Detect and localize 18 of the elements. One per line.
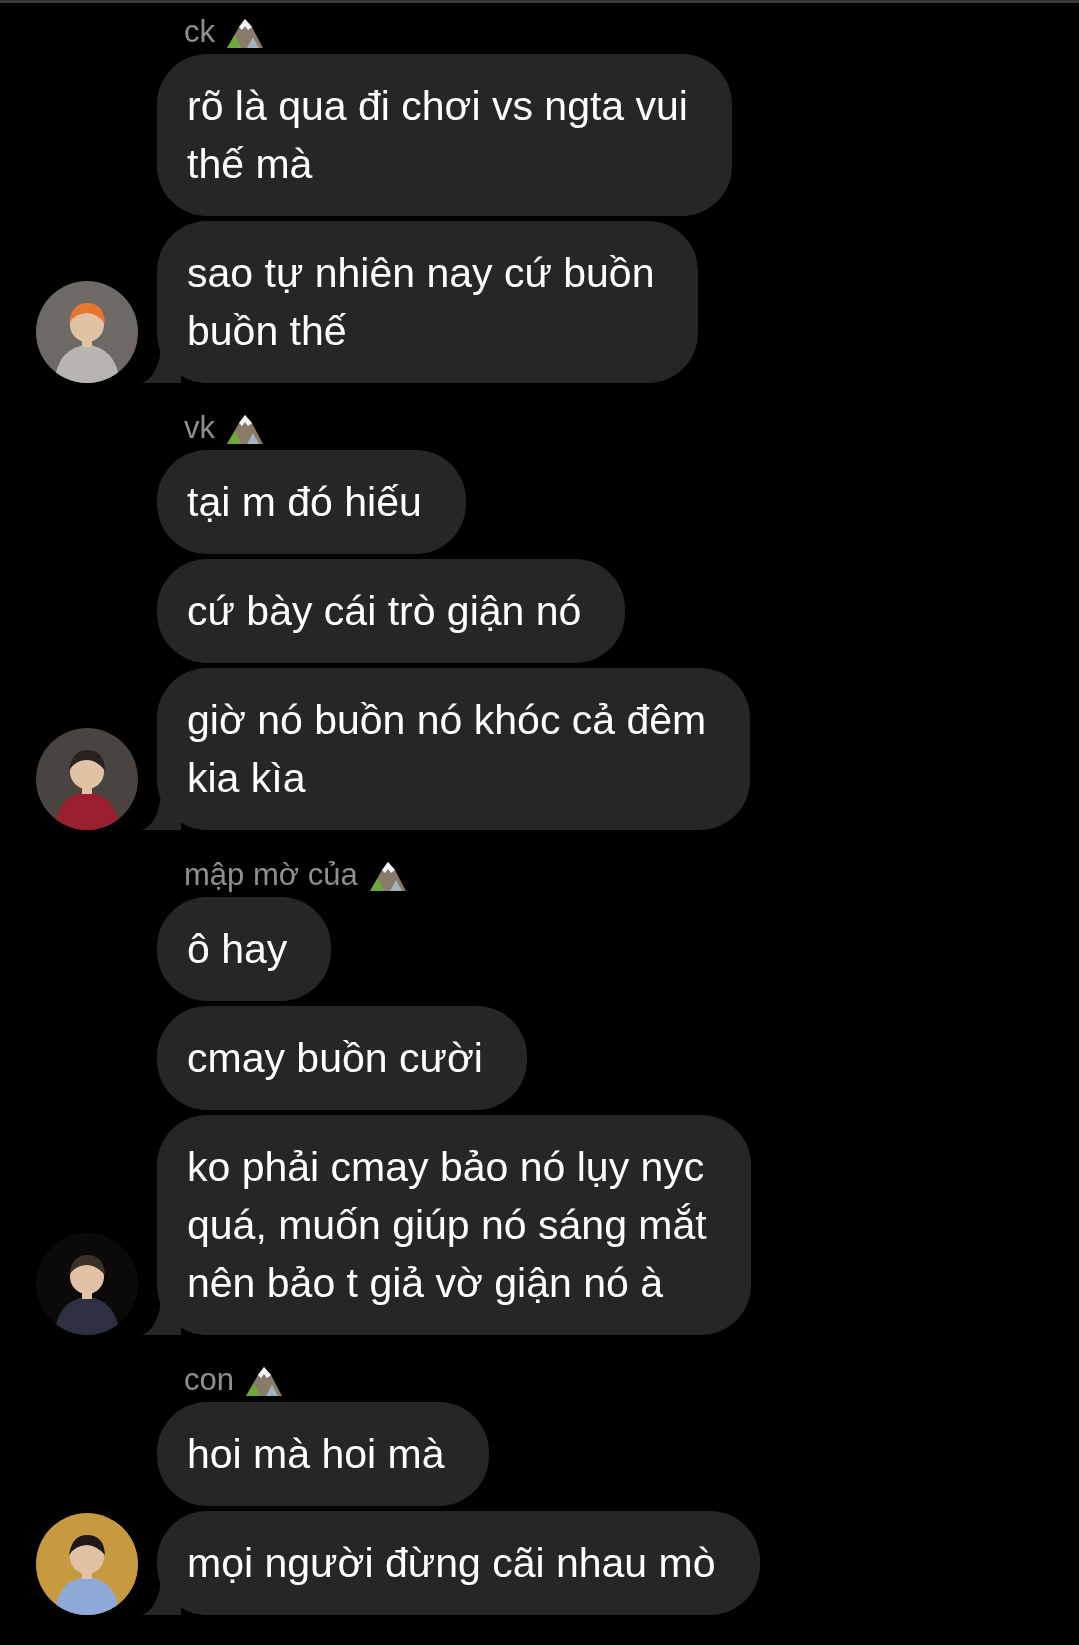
sender-name: con (184, 1362, 234, 1398)
bubble-tail (141, 349, 181, 383)
message-bubble: tại m đó hiếu (157, 450, 466, 554)
message-bubble: cmay buồn cười (157, 1006, 527, 1110)
sender-name: mập mờ của (184, 857, 358, 893)
bubble-tail (141, 1301, 181, 1335)
message-bubble: hoi mà hoi mà (157, 1402, 489, 1506)
message-bubble: rõ là qua đi chơi vs ngta vui thế mà (157, 54, 732, 216)
message-bubble: mọi người đừng cãi nhau mò (157, 1511, 760, 1615)
sender-name: vk (184, 410, 215, 446)
bubble-tail (141, 796, 181, 830)
message-bubble: sao tự nhiên nay cứ buồn buồn thế (157, 221, 699, 383)
bubble-tail (141, 1581, 181, 1615)
message-bubble: giờ nó buồn nó khóc cả đêm kia kìa (157, 668, 751, 830)
sender-name: ck (184, 14, 215, 50)
message-bubble: cứ bày cái trò giận nó (157, 559, 626, 663)
message-bubble: ko phải cmay bảo nó lụy nyc quá, muốn giúp nó sáng mắt nên bảo t giả vờ giận nó à (157, 1115, 751, 1335)
message-bubble: ô hay (157, 897, 332, 1001)
